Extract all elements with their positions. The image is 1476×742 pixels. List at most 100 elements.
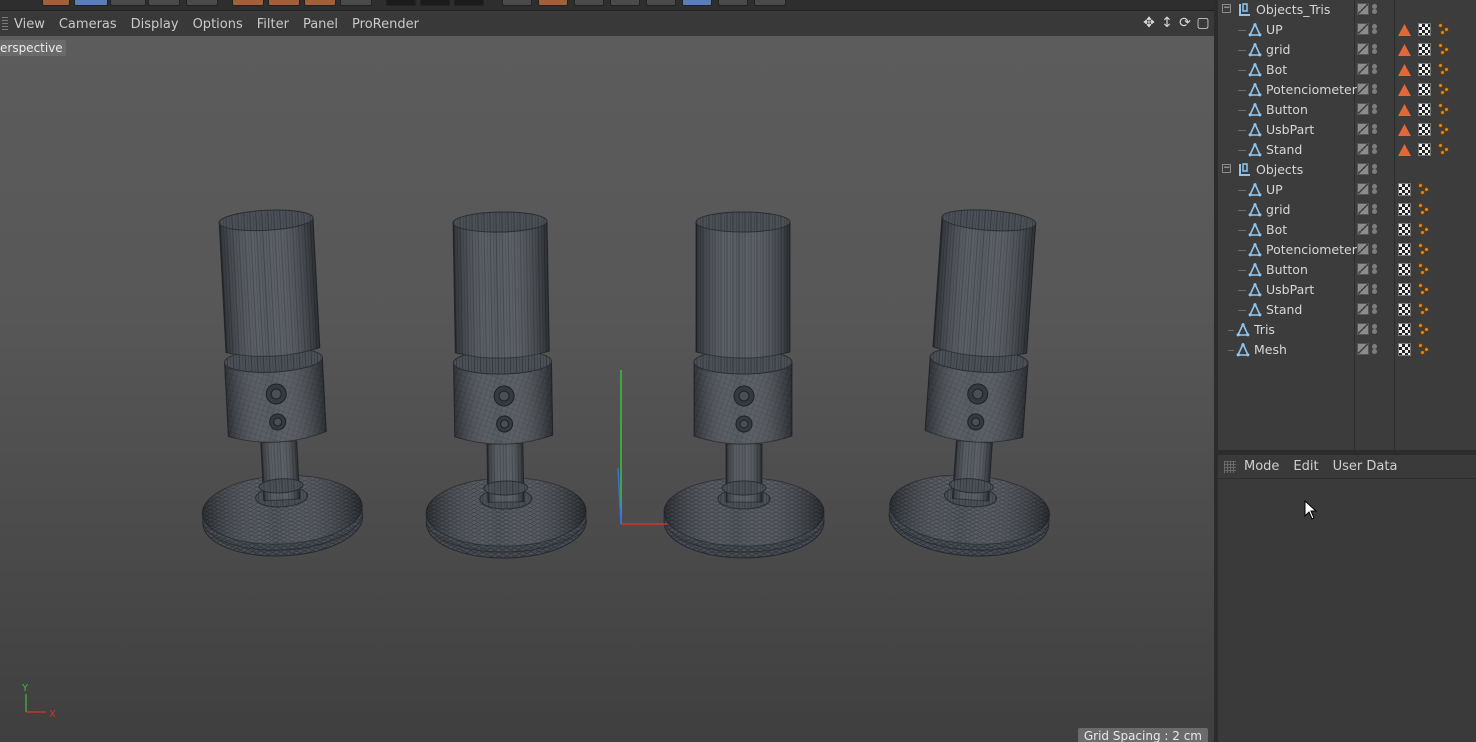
nodes-tag-icon[interactable] (1418, 263, 1431, 276)
visibility-dots-icon[interactable] (1372, 182, 1377, 196)
object-name[interactable]: Objects_Tris (1256, 2, 1330, 17)
nodes-tag-icon[interactable] (1418, 283, 1431, 296)
nodes-tag-icon[interactable] (1418, 183, 1431, 196)
enable-checkmark-icon[interactable] (1357, 243, 1369, 255)
object-row[interactable]: Potenciometer (1218, 240, 1476, 260)
material-checker-tag-icon[interactable] (1418, 43, 1431, 56)
toolbar-button[interactable] (420, 0, 450, 6)
visibility-dots-icon[interactable] (1372, 342, 1377, 356)
enable-checkmark-icon[interactable] (1357, 43, 1369, 55)
enable-checkmark-icon[interactable] (1357, 323, 1369, 335)
enable-checkmark-icon[interactable] (1357, 223, 1369, 235)
microphone-model[interactable] (663, 211, 825, 559)
object-name[interactable]: Tris (1254, 322, 1275, 337)
material-checker-tag-icon[interactable] (1418, 63, 1431, 76)
object-group-row[interactable]: − Objects (1218, 160, 1476, 180)
maximize-view-icon[interactable]: ▢ (1196, 15, 1210, 31)
nodes-tag-icon[interactable] (1438, 123, 1451, 136)
object-name[interactable]: UsbPart (1266, 282, 1314, 297)
perspective-viewport[interactable]: Y X erspective Grid Spacing : 2 cm (0, 36, 1214, 742)
toolbar-button[interactable] (502, 0, 532, 6)
move-view-icon[interactable]: ✥ (1142, 15, 1156, 31)
enable-checkmark-icon[interactable] (1357, 143, 1369, 155)
enable-checkmark-icon[interactable] (1357, 63, 1369, 75)
microphone-model[interactable] (886, 204, 1071, 562)
nodes-tag-icon[interactable] (1418, 343, 1431, 356)
microphone-model[interactable] (420, 210, 588, 560)
material-checker-tag-icon[interactable] (1418, 143, 1431, 156)
collapse-toggle-icon[interactable]: − (1222, 4, 1231, 13)
enable-checkmark-icon[interactable] (1357, 23, 1369, 35)
nodes-tag-icon[interactable] (1418, 223, 1431, 236)
material-checker-tag-icon[interactable] (1398, 283, 1411, 296)
visibility-dots-icon[interactable] (1372, 22, 1377, 36)
visibility-dots-icon[interactable] (1372, 222, 1377, 236)
toolbar-button[interactable] (74, 0, 108, 6)
visibility-dots-icon[interactable] (1372, 42, 1377, 56)
material-checker-tag-icon[interactable] (1398, 323, 1411, 336)
object-row[interactable]: Button (1218, 260, 1476, 280)
visibility-dots-icon[interactable] (1372, 202, 1377, 216)
material-checker-tag-icon[interactable] (1418, 23, 1431, 36)
object-name[interactable]: Potenciometer (1266, 82, 1357, 97)
material-checker-tag-icon[interactable] (1418, 83, 1431, 96)
visibility-dots-icon[interactable] (1372, 82, 1377, 96)
object-name[interactable]: Stand (1266, 142, 1302, 157)
toolbar-button[interactable] (304, 0, 336, 6)
object-row[interactable]: grid (1218, 200, 1476, 220)
material-checker-tag-icon[interactable] (1398, 303, 1411, 316)
menu-view[interactable]: View (14, 17, 45, 32)
object-name[interactable]: grid (1266, 202, 1290, 217)
object-row[interactable]: Potenciometer (1218, 80, 1476, 100)
nodes-tag-icon[interactable] (1418, 203, 1431, 216)
visibility-dots-icon[interactable] (1372, 122, 1377, 136)
object-row[interactable]: UsbPart (1218, 280, 1476, 300)
panel-grip-icon[interactable] (1224, 460, 1236, 473)
menu-cameras[interactable]: Cameras (59, 17, 117, 32)
menu-prorender[interactable]: ProRender (352, 17, 419, 32)
nodes-tag-icon[interactable] (1438, 83, 1451, 96)
enable-checkmark-icon[interactable] (1357, 83, 1369, 95)
nodes-tag-icon[interactable] (1438, 143, 1451, 156)
toolbar-button[interactable] (340, 0, 372, 6)
object-row[interactable]: Bot (1218, 60, 1476, 80)
visibility-dots-icon[interactable] (1372, 62, 1377, 76)
nodes-tag-icon[interactable] (1438, 23, 1451, 36)
toolbar-button[interactable] (538, 0, 568, 6)
rotate-view-icon[interactable]: ⟳ (1178, 15, 1192, 31)
nodes-tag-icon[interactable] (1418, 303, 1431, 316)
toolbar-button[interactable] (148, 0, 180, 6)
object-row[interactable]: UP (1218, 20, 1476, 40)
object-row[interactable]: Button (1218, 100, 1476, 120)
menu-edit[interactable]: Edit (1293, 459, 1318, 474)
object-name[interactable]: UP (1266, 182, 1283, 197)
enable-checkmark-icon[interactable] (1357, 263, 1369, 275)
object-row[interactable]: UsbPart (1218, 120, 1476, 140)
toolbar-button[interactable] (386, 0, 416, 6)
object-name[interactable]: UsbPart (1266, 122, 1314, 137)
object-row[interactable]: Stand (1218, 300, 1476, 320)
menu-user-data[interactable]: User Data (1333, 459, 1398, 474)
toolbar-button[interactable] (574, 0, 604, 6)
enable-checkmark-icon[interactable] (1357, 183, 1369, 195)
material-checker-tag-icon[interactable] (1398, 263, 1411, 276)
toolbar-button[interactable] (186, 0, 218, 6)
enable-checkmark-icon[interactable] (1357, 283, 1369, 295)
visibility-dots-icon[interactable] (1372, 282, 1377, 296)
enable-checkmark-icon[interactable] (1357, 303, 1369, 315)
viewport-camera-label[interactable]: erspective (0, 40, 66, 56)
toolbar-button[interactable] (754, 0, 786, 6)
toolbar-button[interactable] (42, 0, 70, 6)
panel-grip-icon[interactable] (2, 17, 8, 31)
material-checker-tag-icon[interactable] (1418, 103, 1431, 116)
toolbar-button[interactable] (110, 0, 146, 6)
menu-mode[interactable]: Mode (1244, 459, 1279, 474)
enable-checkmark-icon[interactable] (1357, 3, 1369, 15)
visibility-dots-icon[interactable] (1372, 302, 1377, 316)
nodes-tag-icon[interactable] (1438, 43, 1451, 56)
phong-triangle-tag-icon[interactable] (1398, 103, 1411, 116)
object-name[interactable]: Stand (1266, 302, 1302, 317)
enable-checkmark-icon[interactable] (1357, 203, 1369, 215)
object-name[interactable]: Bot (1266, 62, 1287, 77)
dolly-view-icon[interactable]: ↕ (1160, 15, 1174, 31)
